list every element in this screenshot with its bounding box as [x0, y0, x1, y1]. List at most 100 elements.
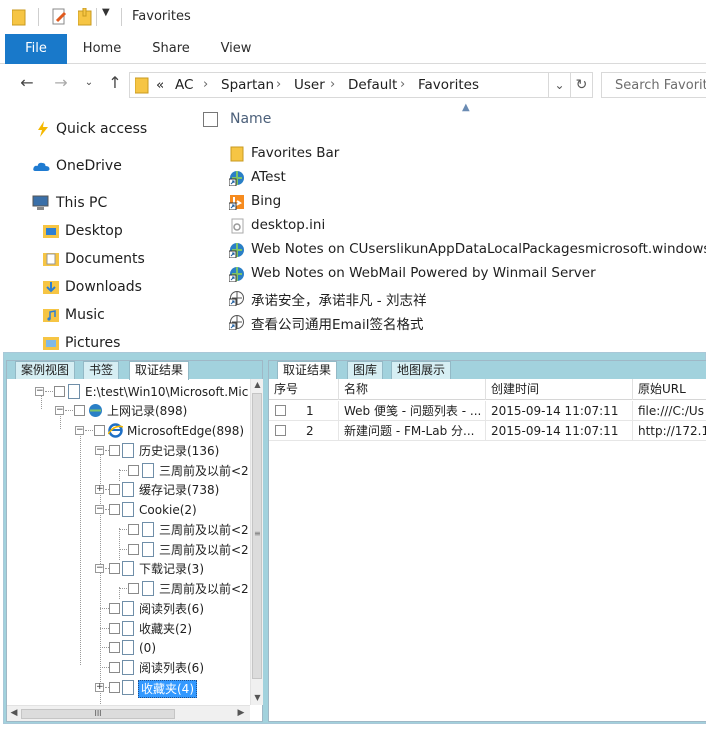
- breadcrumb-chevron-icon[interactable]: ›: [276, 77, 281, 92]
- file-row[interactable]: Web Notes on CUserslikunAppDataLocalPack…: [229, 240, 706, 260]
- address-dropdown-chevron-icon[interactable]: ⌄: [548, 73, 570, 97]
- breadcrumb-chevron-icon[interactable]: ›: [203, 77, 208, 92]
- collapse-icon[interactable]: −: [95, 564, 104, 573]
- collapse-icon[interactable]: −: [75, 426, 84, 435]
- table-row[interactable]: 1 Web 便笺 - 问题列表 - ... 2015-09-14 11:07:1…: [269, 401, 706, 421]
- breadcrumb-user[interactable]: User: [294, 77, 325, 93]
- tree-node-microsoft-edge[interactable]: − MicrosoftEdge(898): [75, 422, 250, 440]
- scroll-left-arrow-icon[interactable]: ◀: [8, 708, 20, 718]
- breadcrumb-chevron-icon[interactable]: ›: [400, 77, 405, 92]
- tree-node-reading-list[interactable]: 阅读列表(6): [100, 600, 250, 618]
- tree-node-label: 下载记录(3): [139, 562, 204, 576]
- collapse-icon[interactable]: −: [55, 406, 64, 415]
- tab-case-view[interactable]: 案例视图: [15, 361, 76, 379]
- tree-horizontal-scrollbar[interactable]: ◀ III ▶: [7, 705, 250, 721]
- breadcrumb-spartan[interactable]: Spartan: [221, 77, 274, 93]
- tree-node-cookie-older[interactable]: 三周前及以前<2: [119, 521, 250, 539]
- scroll-thumb[interactable]: III: [21, 709, 175, 719]
- tree-vertical-scrollbar[interactable]: ▲ ≡ ▼: [250, 379, 263, 705]
- breadcrumb-favorites[interactable]: Favorites: [418, 77, 479, 93]
- tree-node-history[interactable]: − 历史记录(136): [95, 442, 250, 460]
- search-input[interactable]: [602, 73, 706, 97]
- tab-forensic-results[interactable]: 取证结果: [277, 361, 338, 380]
- up-arrow-icon[interactable]: ↑: [106, 74, 124, 92]
- tree-checkbox[interactable]: [94, 425, 105, 436]
- refresh-icon[interactable]: ↻: [570, 73, 592, 97]
- customize-qat-icon[interactable]: ▼: [102, 7, 110, 18]
- folder-icon: [12, 9, 26, 26]
- tree-node-favorites[interactable]: 收藏夹(2): [100, 620, 250, 638]
- tab-view[interactable]: View: [211, 34, 261, 64]
- tree-checkbox[interactable]: [128, 544, 139, 555]
- column-header-index[interactable]: 序号: [269, 379, 339, 400]
- tab-home[interactable]: Home: [75, 34, 129, 64]
- back-arrow-icon[interactable]: ←: [18, 74, 36, 92]
- file-name: Favorites Bar: [251, 145, 340, 161]
- column-header-name[interactable]: 名称: [339, 379, 486, 400]
- row-checkbox[interactable]: [275, 405, 286, 416]
- row-checkbox[interactable]: [275, 425, 286, 436]
- tab-forensic-results[interactable]: 取证结果: [129, 361, 190, 380]
- tree-node-cookie[interactable]: − Cookie(2): [95, 501, 250, 519]
- tree-checkbox[interactable]: [109, 504, 120, 515]
- forward-arrow-icon[interactable]: →: [52, 74, 70, 92]
- column-header-created[interactable]: 创建时间: [486, 379, 633, 400]
- column-name-header[interactable]: Name: [230, 111, 271, 127]
- tree-node-cache[interactable]: + 缓存记录(738): [95, 481, 250, 499]
- tree-checkbox[interactable]: [109, 563, 120, 574]
- tree-checkbox[interactable]: [128, 583, 139, 594]
- tab-gallery[interactable]: 图库: [347, 361, 384, 379]
- scroll-up-arrow-icon[interactable]: ▲: [251, 379, 264, 391]
- tree-node-cookie-older[interactable]: 三周前及以前<2: [119, 541, 250, 559]
- tree-node-reading-list[interactable]: 阅读列表(6): [100, 659, 250, 677]
- table-row[interactable]: 2 新建问题 - FM-Lab 分... 2015-09-14 11:07:11…: [269, 421, 706, 441]
- file-row[interactable]: Favorites Bar: [229, 144, 699, 164]
- tree-node-downloads-older[interactable]: 三周前及以前<2: [119, 580, 250, 598]
- file-row[interactable]: 承诺安全，承诺非凡 - 刘志祥: [229, 288, 699, 309]
- scroll-right-arrow-icon[interactable]: ▶: [235, 708, 247, 718]
- collapse-icon[interactable]: −: [35, 387, 44, 396]
- tree-node-favorites-selected[interactable]: + 收藏夹(4): [95, 679, 250, 698]
- select-all-checkbox[interactable]: [203, 112, 218, 127]
- tab-file[interactable]: File: [5, 34, 67, 64]
- breadcrumb-default[interactable]: Default: [348, 77, 397, 93]
- breadcrumb-ac[interactable]: AC: [175, 77, 193, 93]
- tree-checkbox[interactable]: [109, 642, 120, 653]
- collapse-icon[interactable]: −: [95, 505, 104, 514]
- tree-checkbox[interactable]: [74, 405, 85, 416]
- tab-map-view[interactable]: 地图展示: [391, 361, 452, 379]
- recent-locations-chevron-icon[interactable]: ⌄: [80, 74, 98, 92]
- tree-checkbox[interactable]: [109, 603, 120, 614]
- file-row[interactable]: Web Notes on WebMail Powered by Winmail …: [229, 264, 699, 284]
- file-row[interactable]: desktop.ini: [229, 216, 699, 236]
- scroll-down-arrow-icon[interactable]: ▼: [251, 692, 264, 704]
- breadcrumb-overflow[interactable]: «: [156, 77, 164, 93]
- tree-checkbox[interactable]: [128, 465, 139, 476]
- tab-share[interactable]: Share: [143, 34, 199, 64]
- tree-checkbox[interactable]: [128, 524, 139, 535]
- tree-checkbox[interactable]: [109, 445, 120, 456]
- tree-checkbox[interactable]: [109, 662, 120, 673]
- tree-checkbox[interactable]: [54, 386, 65, 397]
- file-row[interactable]: ATest: [229, 168, 699, 188]
- address-bar[interactable]: « AC › Spartan › User › Default › Favori…: [129, 72, 593, 98]
- tree-node-root[interactable]: − E:\test\Win10\Microsoft.Mic: [35, 383, 250, 401]
- file-row[interactable]: Bing: [229, 192, 699, 212]
- tree-node-history-older[interactable]: 三周前及以前<2: [119, 462, 250, 480]
- column-header-url[interactable]: 原始URL: [633, 379, 706, 400]
- tree-node-downloads[interactable]: − 下载记录(3): [95, 560, 250, 578]
- expand-icon[interactable]: +: [95, 683, 104, 692]
- tab-bookmarks[interactable]: 书签: [83, 361, 120, 379]
- file-row[interactable]: 查看公司通用Email签名格式: [229, 312, 699, 333]
- tree-checkbox[interactable]: [109, 682, 120, 693]
- breadcrumb-chevron-icon[interactable]: ›: [330, 77, 335, 92]
- properties-icon[interactable]: [52, 8, 68, 26]
- tree-node-empty[interactable]: (0): [100, 639, 250, 657]
- new-folder-icon[interactable]: [78, 8, 92, 26]
- tree-node-web-history[interactable]: − 上网记录(898): [55, 402, 250, 420]
- collapse-icon[interactable]: −: [95, 446, 104, 455]
- expand-icon[interactable]: +: [95, 485, 104, 494]
- search-box[interactable]: [601, 72, 706, 98]
- tree-checkbox[interactable]: [109, 484, 120, 495]
- tree-checkbox[interactable]: [109, 623, 120, 634]
